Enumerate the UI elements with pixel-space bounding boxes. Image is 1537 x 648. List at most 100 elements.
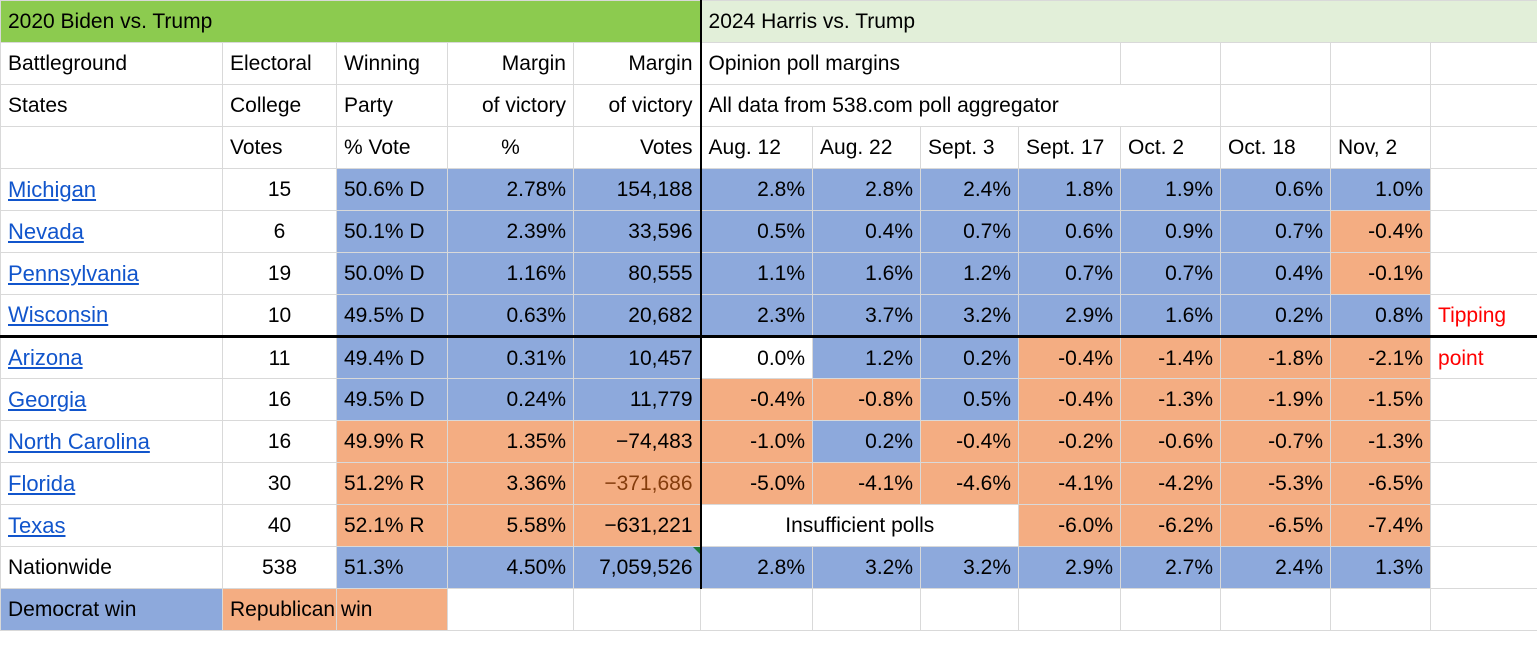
ec-votes-cell: 10 (222, 294, 337, 338)
margin-pct-cell: 5.58% (447, 504, 574, 547)
header-state-l3 (0, 126, 223, 169)
header-marginpct-l3: % (447, 126, 574, 169)
header-marginpct-l2: of victory (447, 84, 574, 127)
margin-pct-cell: 2.78% (447, 168, 574, 211)
legend-spacer-2 (572, 588, 702, 631)
header-spacer-1 (1120, 42, 1222, 85)
header-spacer-5 (1220, 84, 1332, 127)
poll-cell: 3.7% (812, 294, 922, 338)
table-row: Wisconsin 10 49.5% D 0.63% 20,682 2.3% 3… (0, 294, 1537, 338)
ec-votes-cell: 19 (222, 252, 337, 295)
state-cell[interactable]: Texas (0, 504, 223, 547)
poll-cell: 0.9% (1120, 210, 1222, 253)
state-cell[interactable]: North Carolina (0, 420, 223, 463)
winning-party-cell: 50.1% D (336, 210, 448, 253)
nationwide-row: Nationwide 538 51.3% 4.50% 7,059,526 2.8… (0, 546, 1537, 589)
header-poll-date-1: Aug. 22 (812, 126, 922, 169)
state-link[interactable]: Pennsylvania (8, 261, 139, 286)
header-spacer-3 (1330, 42, 1432, 85)
margin-pct-cell: 1.16% (447, 252, 574, 295)
state-link[interactable]: Michigan (8, 177, 96, 202)
poll-cell: 0.2% (920, 336, 1020, 379)
state-link[interactable]: Florida (8, 471, 75, 496)
margin-votes-cell: 10,457 (572, 336, 702, 379)
ec-votes-cell: 40 (222, 504, 337, 547)
row-trailing-cell (1430, 210, 1537, 253)
legend-spacer-6 (1018, 588, 1122, 631)
tipping-point-annotation-line2: point (1430, 336, 1537, 379)
ec-votes-cell: 6 (222, 210, 337, 253)
poll-cell: 1.1% (699, 252, 814, 295)
poll-cell: -1.9% (1220, 378, 1332, 421)
header-spacer-2 (1220, 42, 1332, 85)
header-row-3: Votes % Vote % Votes Aug. 12 Aug. 22 Sep… (0, 126, 1537, 169)
state-cell[interactable]: Georgia (0, 378, 223, 421)
row-trailing-cell (1430, 462, 1537, 505)
row-trailing-cell (1430, 420, 1537, 463)
table-row: Texas 40 52.1% R 5.58% −631,221 Insuffic… (0, 504, 1537, 547)
margin-pct-cell: 0.24% (447, 378, 574, 421)
header-marginvotes-l2: of victory (572, 84, 702, 127)
spreadsheet-canvas: 2020 Biden vs. Trump 2024 Harris vs. Tru… (0, 0, 1537, 648)
poll-cell: -5.0% (699, 462, 814, 505)
poll-cell: 0.6% (1018, 210, 1122, 253)
state-link[interactable]: Arizona (8, 345, 83, 370)
state-link[interactable]: Wisconsin (8, 302, 108, 327)
winning-party-cell: 52.1% R (336, 504, 448, 547)
poll-cell: -0.4% (1018, 378, 1122, 421)
poll-cell: 0.2% (1220, 294, 1332, 338)
state-link[interactable]: Texas (8, 513, 65, 538)
nationwide-poll-cell: 3.2% (812, 546, 922, 589)
state-link[interactable]: Georgia (8, 387, 86, 412)
poll-cell: 0.8% (1330, 294, 1432, 338)
state-cell[interactable]: Florida (0, 462, 223, 505)
poll-cell: 1.8% (1018, 168, 1122, 211)
poll-cell: 1.2% (920, 252, 1020, 295)
poll-cell: 2.8% (699, 168, 814, 211)
state-cell[interactable]: Pennsylvania (0, 252, 223, 295)
nationwide-poll-cell: 2.7% (1120, 546, 1222, 589)
legend-spacer-8 (1220, 588, 1332, 631)
data-table: 2020 Biden vs. Trump 2024 Harris vs. Tru… (0, 0, 1537, 631)
state-link[interactable]: North Carolina (8, 429, 150, 454)
tipping-point-annotation-line1: Tipping (1430, 294, 1537, 338)
header-state-l2: States (0, 84, 223, 127)
poll-cell: -0.1% (1330, 252, 1432, 295)
poll-cell: 1.0% (1330, 168, 1432, 211)
poll-cell: -4.1% (1018, 462, 1122, 505)
poll-cell: -0.8% (812, 378, 922, 421)
legend-republican-win: Republican win (222, 588, 372, 631)
margin-votes-cell: 154,188 (572, 168, 702, 211)
nationwide-ec-votes: 538 (222, 546, 337, 589)
header-poll-date-3: Sept. 17 (1018, 126, 1122, 169)
ec-votes-cell: 16 (222, 378, 337, 421)
poll-cell: 1.6% (1120, 294, 1222, 338)
poll-cell: -1.5% (1330, 378, 1432, 421)
state-cell[interactable]: Nevada (0, 210, 223, 253)
state-cell[interactable]: Wisconsin (0, 294, 223, 338)
margin-votes-cell: 11,779 (572, 378, 702, 421)
tipping-label-1: Tipping (1438, 303, 1507, 327)
table-row: Arizona 11 49.4% D 0.31% 10,457 0.0% 1.2… (0, 336, 1537, 379)
nationwide-margin-votes: 7,059,526 (599, 556, 693, 579)
poll-cell: 0.2% (812, 420, 922, 463)
poll-cell: -6.2% (1120, 504, 1222, 547)
margin-votes-cell: −371,686 (572, 462, 702, 505)
table-row: Florida 30 51.2% R 3.36% −371,686 -5.0% … (0, 462, 1537, 505)
header-party-l2: Party (336, 84, 448, 127)
margin-pct-cell: 2.39% (447, 210, 574, 253)
poll-cell: -0.7% (1220, 420, 1332, 463)
section-title-2024: 2024 Harris vs. Trump (699, 0, 1537, 43)
state-cell[interactable]: Michigan (0, 168, 223, 211)
header-spacer-7 (1430, 84, 1537, 127)
header-poll-date-0: Aug. 12 (699, 126, 814, 169)
margin-pct-cell: 1.35% (447, 420, 574, 463)
header-poll-date-4: Oct. 2 (1120, 126, 1222, 169)
header-opinion-poll-margins: Opinion poll margins (699, 42, 1122, 85)
poll-cell: -4.6% (920, 462, 1020, 505)
winning-party-cell: 51.2% R (336, 462, 448, 505)
state-link[interactable]: Nevada (8, 219, 84, 244)
state-cell[interactable]: Arizona (0, 336, 223, 379)
poll-cell: 0.0% (699, 336, 814, 379)
poll-cell: -4.1% (812, 462, 922, 505)
